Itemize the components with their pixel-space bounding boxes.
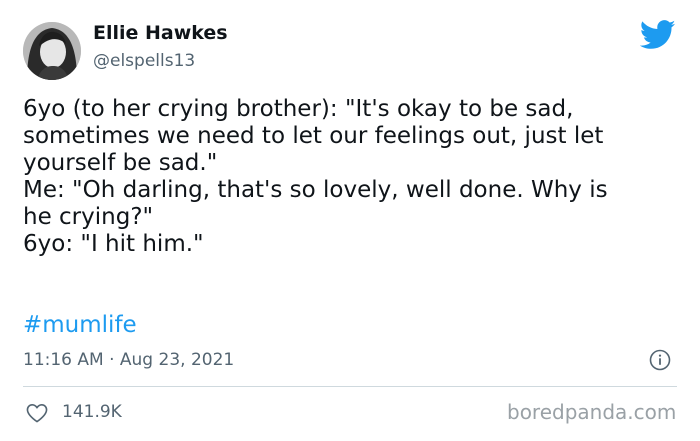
watermark: boredpanda.com [507, 400, 677, 424]
tweet-line: sometimes we need to let our feelings ou… [23, 123, 604, 149]
tweet-line: yourself be sad." [23, 150, 218, 176]
hashtag-link[interactable]: #mumlife [23, 312, 137, 338]
twitter-bird-icon[interactable] [640, 20, 676, 50]
divider [23, 386, 677, 387]
author-handle[interactable]: @elspells13 [93, 51, 195, 71]
tweet-line: Me: "Oh darling, that's so lovely, well … [23, 177, 608, 203]
avatar-image [23, 22, 81, 80]
tweet-line: 6yo: "I hit him." [23, 231, 204, 257]
author-display-name[interactable]: Ellie Hawkes [93, 22, 228, 44]
tweet-timestamp[interactable]: 11:16 AM · Aug 23, 2021 [23, 350, 234, 370]
tweet-card: Ellie Hawkes @elspells13 6yo (to her cry… [0, 0, 700, 441]
tweet-body: 6yo (to her crying brother): "It's okay … [23, 96, 683, 258]
info-icon[interactable] [649, 349, 671, 371]
like-count: 141.9K [62, 402, 122, 422]
avatar[interactable] [23, 22, 81, 80]
tweet-line: he crying?" [23, 204, 154, 230]
heart-icon[interactable] [26, 403, 48, 423]
tweet-line: 6yo (to her crying brother): "It's okay … [23, 96, 574, 122]
